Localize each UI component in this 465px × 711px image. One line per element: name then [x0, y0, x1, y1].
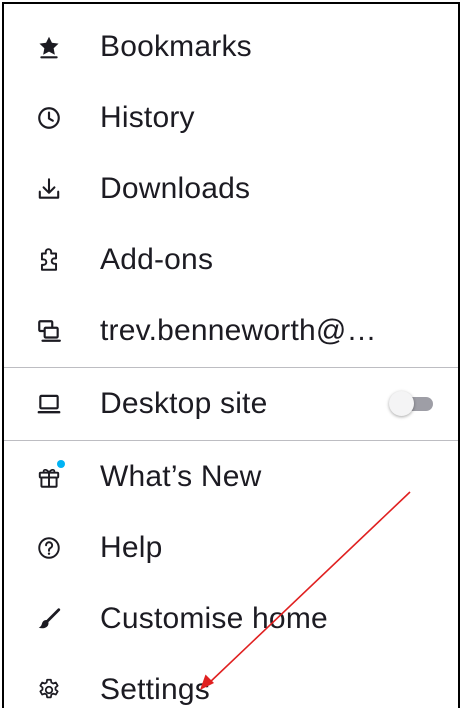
star-icon: [36, 34, 62, 60]
menu-item-label: Help: [100, 531, 163, 564]
synced-devices-icon: [36, 318, 62, 344]
menu-item-label: History: [100, 101, 195, 134]
menu-item-account[interactable]: trev.benneworth@…: [4, 301, 458, 361]
clock-icon: [36, 105, 62, 131]
menu-item-label: Bookmarks: [100, 30, 252, 63]
gift-icon: [36, 460, 65, 490]
puzzle-icon: [36, 247, 62, 273]
menu-item-label: Downloads: [100, 172, 251, 205]
menu-item-add-ons[interactable]: Add-ons: [4, 230, 458, 290]
menu-item-desktop-site[interactable]: Desktop site: [4, 374, 458, 434]
menu-item-label: trev.benneworth@…: [100, 314, 377, 347]
download-icon: [36, 176, 62, 202]
menu-item-whats-new[interactable]: What’s New: [4, 447, 458, 507]
menu-item-bookmarks[interactable]: Bookmarks: [4, 17, 458, 77]
menu-item-label: Settings: [100, 673, 210, 706]
menu-item-settings[interactable]: Settings: [4, 660, 458, 708]
menu-item-history[interactable]: History: [4, 88, 458, 148]
menu-divider: [4, 367, 458, 368]
menu-item-help[interactable]: Help: [4, 518, 458, 578]
browser-menu: Bookmarks History Downloads Add-ons trev…: [2, 2, 460, 708]
brush-icon: [36, 606, 62, 632]
laptop-icon: [36, 391, 62, 417]
menu-item-label: What’s New: [100, 460, 262, 493]
toggle-thumb: [389, 391, 414, 416]
menu-item-customise-home[interactable]: Customise home: [4, 589, 458, 649]
help-icon: [36, 535, 62, 561]
menu-item-label: Add-ons: [100, 243, 214, 276]
menu-item-label: Customise home: [100, 602, 328, 635]
menu-divider: [4, 440, 458, 441]
menu-item-label: Desktop site: [100, 387, 268, 420]
notification-dot: [57, 460, 65, 468]
menu-item-downloads[interactable]: Downloads: [4, 159, 458, 219]
desktop-site-toggle[interactable]: [387, 391, 435, 416]
gear-icon: [36, 677, 62, 703]
